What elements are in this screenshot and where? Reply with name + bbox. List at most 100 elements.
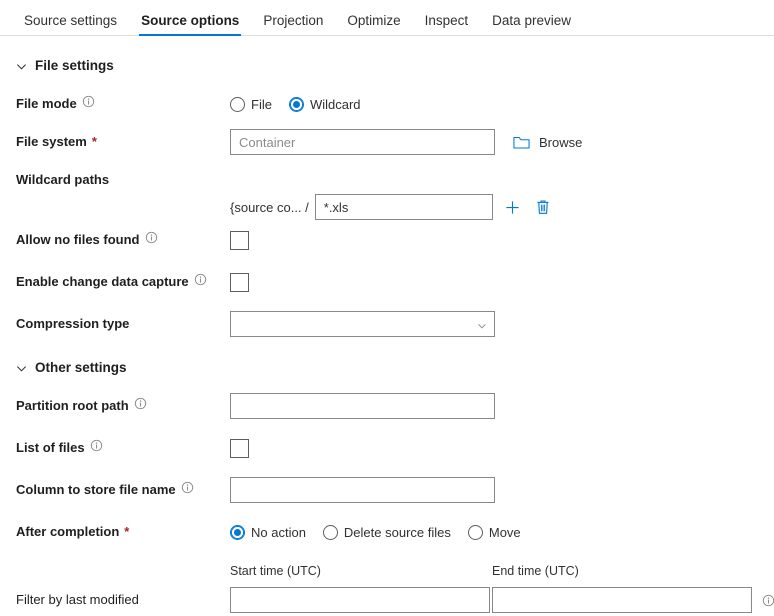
tab-bar: Source settings Source options Projectio…: [0, 0, 774, 36]
section-title-file-settings: File settings: [35, 57, 114, 73]
tab-data-preview[interactable]: Data preview: [480, 13, 583, 37]
checkbox-enable-change-data-capture[interactable]: [230, 272, 249, 292]
label-compression-type-text: Compression type: [16, 316, 130, 332]
field-compression-type: [230, 311, 774, 337]
field-column-to-store-file-name: [230, 477, 774, 503]
label-list-of-files-text: List of files: [16, 440, 85, 456]
row-after-completion: After completion * No action Delete sour…: [0, 516, 774, 548]
source-options-form: File settings File mode File Wildcard Fi…: [0, 36, 774, 616]
field-enable-change-data-capture: [230, 272, 774, 292]
required-asterisk-after-completion: *: [124, 524, 130, 540]
label-filter-by-last-modified-text: Filter by last modified: [16, 592, 139, 608]
field-list-of-files: [230, 438, 774, 458]
radio-circle-no-action[interactable]: [230, 524, 245, 540]
radio-group-file-mode: File Wildcard: [230, 96, 378, 112]
label-compression-type: Compression type: [16, 316, 230, 332]
row-partition-root-path: Partition root path: [0, 390, 774, 422]
info-icon-enable-change-data-capture[interactable]: [194, 273, 207, 286]
browse-label: Browse: [539, 134, 583, 150]
row-allow-no-files-found: Allow no files found: [0, 224, 774, 256]
file-system-input[interactable]: [230, 129, 495, 155]
partition-root-path-input[interactable]: [230, 393, 495, 419]
tab-source-settings[interactable]: Source settings: [12, 13, 129, 37]
tab-inspect[interactable]: Inspect: [413, 13, 481, 37]
label-allow-no-files-found-text: Allow no files found: [16, 232, 140, 248]
row-file-system: File system * Browse: [0, 126, 774, 158]
label-file-system: File system *: [16, 134, 230, 150]
row-enable-change-data-capture: Enable change data capture: [0, 266, 774, 298]
radio-label-wildcard: Wildcard: [309, 96, 361, 112]
row-file-mode: File mode File Wildcard: [0, 88, 774, 120]
row-wildcard-paths: Wildcard paths {source co... /: [0, 170, 774, 220]
label-file-mode: File mode: [16, 95, 230, 112]
compression-type-dropdown[interactable]: [230, 311, 495, 337]
radio-file-mode-file[interactable]: File: [230, 96, 272, 112]
info-icon-filter-by-last-modified[interactable]: [762, 594, 774, 607]
radio-file-mode-wildcard[interactable]: Wildcard: [288, 96, 361, 112]
radio-circle-wildcard[interactable]: [288, 96, 304, 112]
radio-circle-move[interactable]: [467, 524, 483, 540]
browse-button[interactable]: Browse: [513, 135, 582, 150]
wildcard-path-input[interactable]: [314, 194, 493, 220]
label-after-completion: After completion *: [16, 524, 230, 540]
info-icon-file-mode[interactable]: [82, 95, 95, 108]
label-column-to-store-file-name-text: Column to store file name: [16, 482, 176, 498]
end-time-input[interactable]: [492, 587, 752, 613]
required-asterisk-file-system: *: [91, 134, 97, 150]
checkbox-list-of-files[interactable]: [230, 438, 249, 458]
field-file-mode: File Wildcard: [230, 96, 774, 112]
start-time-header: Start time (UTC): [230, 564, 321, 578]
info-icon-list-of-files[interactable]: [90, 439, 103, 452]
wildcard-path-prefix: {source co... /: [230, 199, 309, 215]
label-list-of-files: List of files: [16, 439, 230, 456]
radio-after-completion-move[interactable]: Move: [467, 524, 521, 540]
radio-label-move: Move: [488, 524, 521, 540]
label-after-completion-text: After completion: [16, 524, 120, 540]
chevron-down-icon: [16, 60, 27, 71]
delete-wildcard-path-button[interactable]: [533, 197, 553, 217]
radio-circle-delete-source-files[interactable]: [322, 524, 338, 540]
label-wildcard-paths-text: Wildcard paths: [16, 172, 110, 187]
label-file-system-text: File system: [16, 134, 87, 150]
row-filter-by-last-modified: Filter by last modified: [0, 584, 774, 616]
field-after-completion: No action Delete source files Move: [230, 524, 774, 540]
checkbox-allow-no-files-found[interactable]: [230, 230, 249, 250]
section-title-other-settings: Other settings: [35, 359, 127, 375]
plus-icon: [505, 200, 520, 215]
label-enable-change-data-capture-text: Enable change data capture: [16, 274, 189, 290]
label-column-to-store-file-name: Column to store file name: [16, 481, 230, 498]
field-wildcard-paths: {source co... /: [230, 170, 774, 220]
tab-source-options[interactable]: Source options: [129, 13, 251, 37]
radio-group-after-completion: No action Delete source files Move: [230, 524, 538, 540]
radio-label-file: File: [251, 96, 272, 112]
section-header-other-settings[interactable]: Other settings: [0, 356, 774, 378]
folder-icon: [513, 135, 530, 150]
tab-projection[interactable]: Projection: [251, 13, 335, 37]
label-enable-change-data-capture: Enable change data capture: [16, 273, 230, 290]
label-allow-no-files-found: Allow no files found: [16, 231, 230, 248]
field-partition-root-path: [230, 393, 774, 419]
label-filter-by-last-modified: Filter by last modified: [16, 592, 230, 608]
field-filter-by-last-modified: [230, 587, 774, 613]
radio-circle-file[interactable]: [230, 96, 245, 112]
time-column-headers: Start time (UTC) End time (UTC): [0, 556, 774, 578]
chevron-down-icon-compression: [477, 319, 487, 329]
label-wildcard-paths: Wildcard paths: [16, 170, 230, 188]
column-to-store-file-name-input[interactable]: [230, 477, 495, 503]
start-time-input[interactable]: [230, 587, 490, 613]
info-icon-partition-root-path[interactable]: [134, 397, 147, 410]
row-list-of-files: List of files: [0, 432, 774, 464]
radio-after-completion-delete-source-files[interactable]: Delete source files: [322, 524, 451, 540]
add-wildcard-path-button[interactable]: [503, 197, 523, 217]
info-icon-column-to-store-file-name[interactable]: [181, 481, 194, 494]
row-compression-type: Compression type: [0, 308, 774, 340]
info-icon-allow-no-files-found[interactable]: [145, 231, 158, 244]
section-header-file-settings[interactable]: File settings: [0, 54, 774, 76]
tab-optimize[interactable]: Optimize: [335, 13, 412, 37]
end-time-header: End time (UTC): [492, 564, 579, 578]
chevron-down-icon-other: [16, 362, 27, 373]
radio-label-no-action: No action: [251, 524, 306, 540]
label-partition-root-path: Partition root path: [16, 397, 230, 414]
radio-after-completion-no-action[interactable]: No action: [230, 524, 306, 540]
radio-label-delete-source-files: Delete source files: [343, 524, 451, 540]
